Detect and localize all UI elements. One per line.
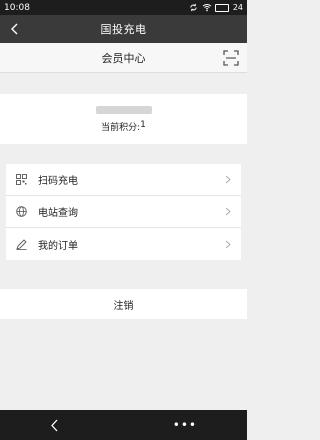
chevron-right-icon (223, 207, 233, 217)
menu-list: 扫码充电 电站查询 我的订单 (6, 164, 241, 260)
menu-item-my-orders[interactable]: 我的订单 (6, 228, 241, 260)
chevron-left-icon (51, 419, 58, 431)
points-label: 当前积分: (101, 122, 141, 133)
status-bar: 10:08 24 (0, 0, 247, 15)
logout-label: 注销 (113, 300, 134, 312)
battery-icon (214, 3, 229, 12)
masked-username (95, 105, 152, 114)
profile-card: 当前积分: 1 (0, 94, 247, 144)
qr-grid-icon (14, 173, 28, 187)
pen-icon (14, 237, 28, 251)
logout-button[interactable]: 注销 (0, 289, 247, 319)
chevron-right-icon (223, 175, 233, 185)
status-time: 10:08 (4, 2, 30, 13)
app-title: 国投充电 (100, 23, 147, 36)
sync-icon (189, 3, 198, 12)
wifi-icon (202, 3, 212, 12)
menu-item-station-query[interactable]: 电站查询 (6, 196, 241, 228)
sub-header: 会员中心 (0, 43, 247, 73)
status-icons: 24 (189, 3, 243, 12)
globe-icon (14, 205, 28, 219)
back-button[interactable] (6, 20, 22, 38)
scan-icon (223, 50, 239, 66)
points-row: 当前积分: 1 (101, 120, 146, 133)
battery-level: 24 (232, 3, 243, 12)
chevron-right-icon (223, 239, 233, 249)
title-bar: 国投充电 (0, 15, 247, 43)
menu-item-label: 我的订单 (38, 240, 78, 252)
scan-button[interactable] (221, 48, 241, 68)
menu-item-label: 电站查询 (38, 208, 78, 219)
more-icon: ••• (172, 418, 197, 432)
more-button[interactable]: ••• (173, 418, 197, 432)
nav-back-button[interactable] (50, 419, 58, 432)
chevron-left-icon (11, 23, 18, 35)
bottom-nav: ••• (0, 410, 247, 440)
page-title: 会员中心 (101, 51, 146, 65)
points-value: 1 (140, 119, 146, 130)
menu-item-label: 扫码充电 (38, 176, 78, 187)
menu-item-scan-charge[interactable]: 扫码充电 (6, 164, 241, 196)
